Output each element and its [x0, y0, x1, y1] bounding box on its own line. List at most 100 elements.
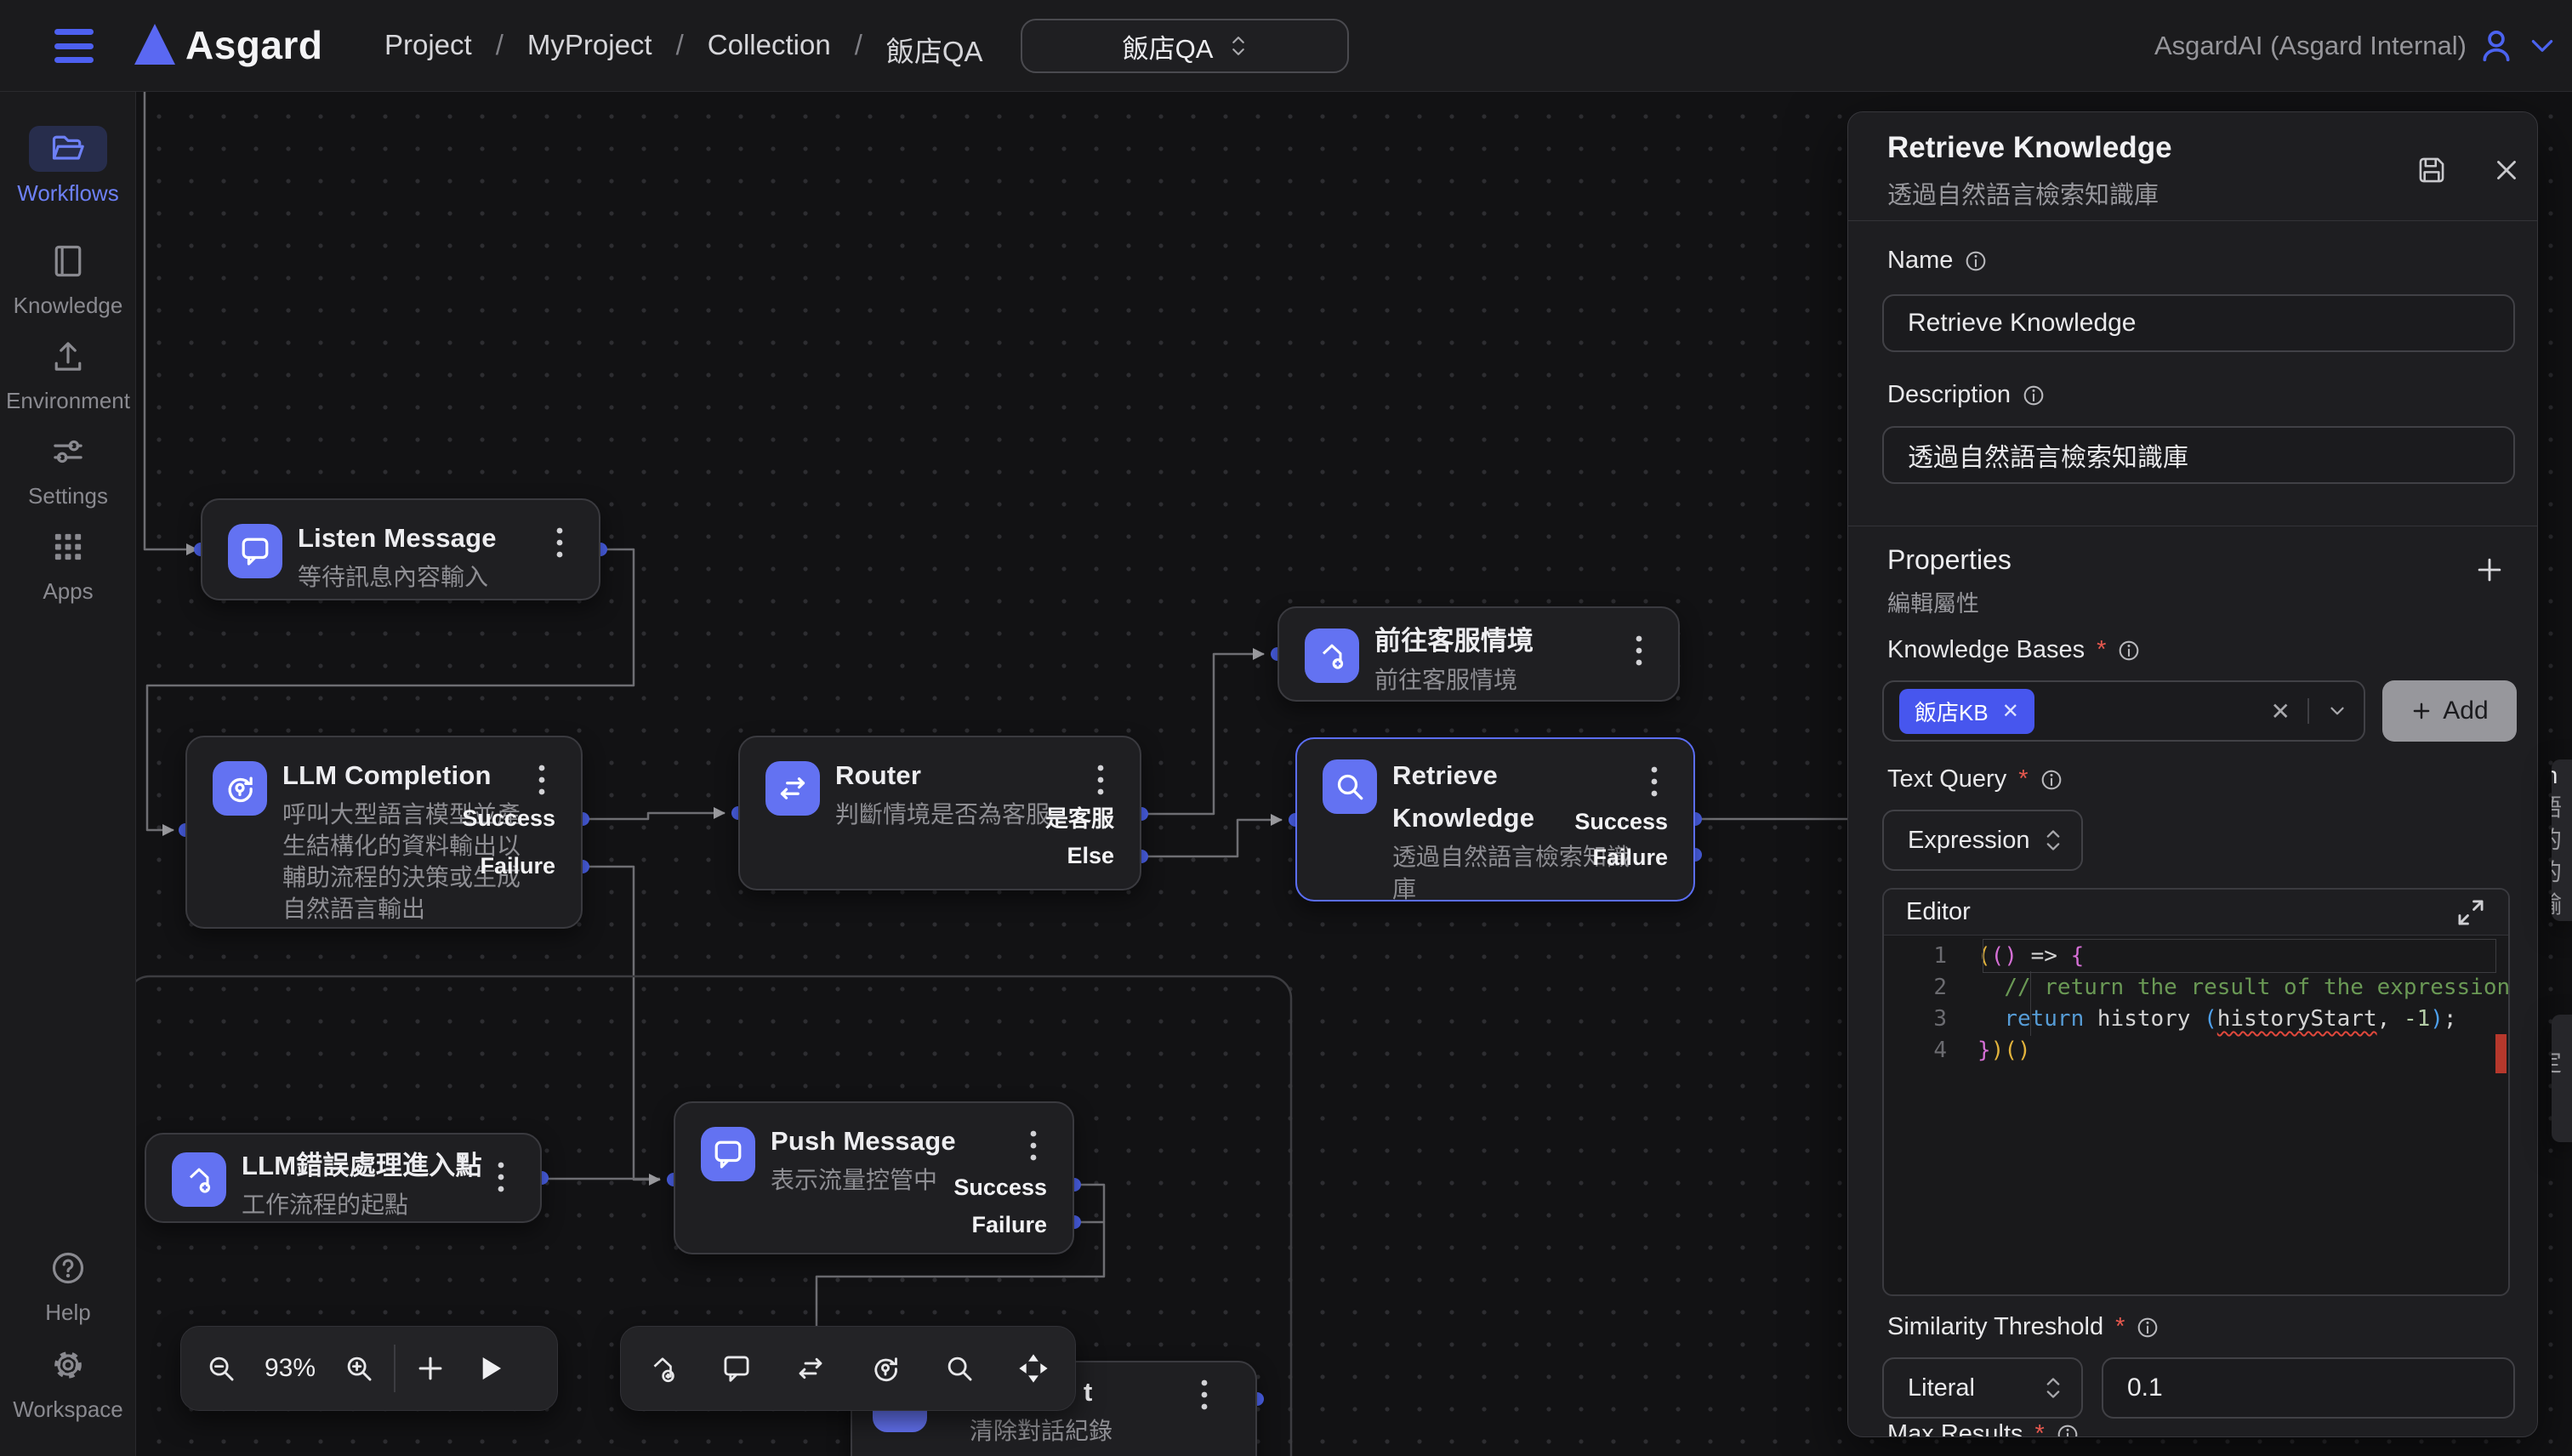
node-title: Router	[835, 758, 1106, 793]
similarity-value-input[interactable]: 0.1	[2102, 1357, 2515, 1419]
breadcrumb-project[interactable]: Project	[384, 29, 472, 70]
workflow-select-dropdown[interactable]: 飯店QA	[1021, 19, 1349, 73]
description-input[interactable]: 透過自然語言檢索知識庫	[1882, 426, 2515, 484]
node-subtitle: 等待訊息內容輸入	[298, 561, 565, 593]
add-kb-button[interactable]: Add	[2382, 680, 2517, 742]
editor-code[interactable]: 1(() => {2 // return the result of the e…	[1884, 936, 2508, 1066]
clipped-tooltip-top: m 語 的 的 輸	[2552, 759, 2572, 921]
info-icon[interactable]	[1963, 248, 1989, 274]
breadcrumb-myproject[interactable]: MyProject	[527, 29, 652, 70]
similarity-mode-dropdown[interactable]: Literal	[1882, 1357, 2083, 1419]
node-menu-button[interactable]	[1187, 1376, 1221, 1413]
output-label-cs: 是客服	[1045, 800, 1114, 833]
description-label: Description	[1887, 381, 2046, 409]
menu-icon[interactable]	[54, 29, 94, 63]
node-menu-button[interactable]	[1016, 1127, 1050, 1164]
expand-editor-icon[interactable]	[2452, 894, 2489, 931]
node-llm-completion[interactable]: LLM Completion 呼叫大型語言模型並產生結構化的資料輸出以輔助流程的…	[185, 736, 583, 929]
node-properties-panel: Retrieve Knowledge 透過自然語言檢索知識庫 Name Retr…	[1847, 111, 2538, 1437]
palette-message-icon[interactable]	[707, 1326, 766, 1411]
node-listen-message[interactable]: Listen Message 等待訊息內容輸入	[201, 498, 600, 600]
node-title: LLM Completion	[282, 758, 547, 793]
node-menu-button[interactable]	[543, 524, 577, 561]
name-label: Name	[1887, 247, 1989, 275]
panel-divider	[1848, 220, 2537, 221]
sidebar-item-settings[interactable]: Settings	[0, 429, 136, 509]
chevron-down-icon[interactable]	[2528, 36, 2557, 62]
select-caret-icon	[2044, 1375, 2063, 1401]
breadcrumb-collection[interactable]: Collection	[708, 29, 831, 70]
run-workflow-button[interactable]	[460, 1326, 520, 1411]
house-plus-icon	[1305, 628, 1359, 683]
sidebar-item-knowledge[interactable]: Knowledge	[0, 238, 136, 319]
info-icon[interactable]	[2116, 638, 2142, 663]
kb-tag: 飯店KB ✕	[1899, 689, 2034, 734]
chat-bubble-icon	[228, 524, 282, 578]
code-line: 2 // return the result of the expression	[1884, 972, 2508, 1004]
breadcrumb-workflow[interactable]: 飯店QA	[886, 29, 983, 70]
palette-entrypoint-icon[interactable]	[633, 1326, 692, 1411]
remove-tag-icon[interactable]: ✕	[2002, 699, 2019, 724]
add-property-icon[interactable]	[2471, 551, 2508, 589]
clipped-tooltip-bottom: e 定	[2552, 1015, 2572, 1142]
output-label-success: Success	[462, 805, 555, 832]
zoom-in-button[interactable]	[329, 1326, 389, 1411]
info-icon[interactable]	[2039, 767, 2064, 793]
node-title: 前往客服情境	[1374, 623, 1644, 659]
output-label-success: Success	[953, 1174, 1047, 1201]
breadcrumb: Project / MyProject / Collection / 飯店QA	[384, 29, 983, 70]
chevron-down-icon[interactable]	[2326, 700, 2348, 722]
node-retrieve-knowledge[interactable]: Retrieve Knowledge 透過自然語言檢索知識庫 Success F…	[1295, 737, 1695, 901]
node-menu-button[interactable]	[484, 1158, 518, 1196]
add-node-button[interactable]	[401, 1326, 460, 1411]
node-goto-cs[interactable]: 前往客服情境 前往客服情境	[1277, 606, 1680, 702]
gear-icon	[29, 1342, 107, 1388]
text-query-mode-dropdown[interactable]: Expression	[1882, 810, 2083, 871]
palette-router-icon[interactable]	[781, 1326, 840, 1411]
zoom-out-button[interactable]	[191, 1326, 251, 1411]
node-menu-button[interactable]	[1637, 763, 1671, 800]
node-llm-error-entry[interactable]: LLM錯誤處理進入點 工作流程的起點	[145, 1133, 542, 1223]
knowledge-bases-select[interactable]: 飯店KB ✕ ✕	[1882, 680, 2365, 742]
search-icon	[1323, 759, 1377, 814]
workflow-editor-app: Listen Message 等待訊息內容輸入 LLM Completion 呼…	[0, 0, 2572, 1456]
expression-editor[interactable]: Editor 1(() => {2 // return the result o…	[1882, 888, 2510, 1296]
knowledge-bases-label: Knowledge Bases*	[1887, 636, 2142, 664]
panel-title: Retrieve Knowledge	[1887, 131, 2172, 165]
node-title: Push Message	[771, 1123, 1038, 1159]
node-title: Retrieve Knowledge	[1392, 754, 1571, 839]
node-menu-button[interactable]	[1084, 761, 1118, 799]
router-icon	[765, 761, 820, 816]
house-plus-icon	[172, 1152, 226, 1207]
sidebar-item-workflows[interactable]: Workflows	[0, 126, 136, 207]
select-caret-icon	[1230, 34, 1247, 58]
name-input[interactable]: Retrieve Knowledge	[1882, 294, 2515, 352]
save-icon[interactable]	[2413, 151, 2450, 189]
node-menu-button[interactable]	[525, 761, 559, 799]
palette-llm-icon[interactable]	[856, 1326, 915, 1411]
node-menu-button[interactable]	[1622, 632, 1656, 669]
info-icon[interactable]	[2135, 1315, 2160, 1340]
node-router[interactable]: Router 判斷情境是否為客服 是客服 Else	[738, 736, 1141, 890]
close-icon[interactable]	[2488, 151, 2525, 189]
similarity-threshold-label: Similarity Threshold*	[1887, 1313, 2160, 1341]
info-icon[interactable]	[2055, 1422, 2080, 1438]
sidebar-item-help[interactable]: Help	[0, 1245, 136, 1326]
indent-guide	[2030, 971, 2031, 1036]
node-push-message[interactable]: Push Message 表示流量控管中 Success Failure	[674, 1101, 1074, 1254]
info-icon[interactable]	[2021, 383, 2046, 408]
properties-title: Properties	[1887, 544, 2012, 576]
folder-icon	[29, 126, 107, 172]
code-line: 4})()	[1884, 1035, 2508, 1066]
sidebar-item-environment[interactable]: Environment	[0, 333, 136, 414]
palette-search-icon[interactable]	[930, 1326, 989, 1411]
panel-subtitle: 透過自然語言檢索知識庫	[1887, 175, 2159, 211]
output-label-else: Else	[1067, 843, 1114, 869]
node-title: Listen Message	[298, 520, 565, 556]
llm-icon	[213, 761, 267, 816]
sidebar-item-apps[interactable]: Apps	[0, 524, 136, 605]
clear-select-icon[interactable]: ✕	[2271, 697, 2290, 725]
fit-view-icon[interactable]	[1004, 1326, 1063, 1411]
sidebar-item-workspace[interactable]: Workspace	[0, 1342, 136, 1423]
user-icon[interactable]	[2477, 26, 2516, 69]
